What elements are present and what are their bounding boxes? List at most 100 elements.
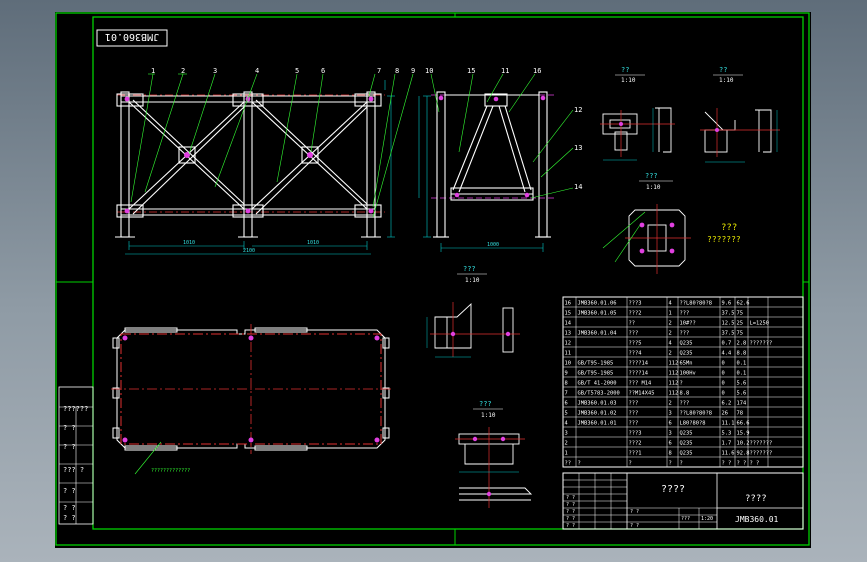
balloon-3[interactable]: 3 (213, 67, 217, 75)
plan-view[interactable]: ????????????? (111, 324, 391, 475)
table-cell: 3 (669, 431, 672, 437)
table-row[interactable]: ??????? ?? ?? ? (565, 461, 760, 467)
detail-view-b[interactable]: ?? 1:10 (700, 66, 780, 163)
table-cell: 14 (565, 321, 572, 327)
svg-text:2100: 2100 (243, 248, 255, 254)
balloon-16[interactable]: 16 (533, 67, 541, 75)
notes-text: ??????? (707, 235, 741, 244)
balloon-4[interactable]: 4 (255, 67, 259, 75)
table-row[interactable]: 11 ???4 2 Q235 4.4 8.8 (565, 351, 747, 357)
table-row[interactable]: 14?? 2 10#?? 12.5 25 L=1250 (565, 321, 769, 327)
table-cell: Q235 (680, 431, 693, 437)
table-cell: 10 (565, 361, 572, 367)
table-cell: ??? (680, 331, 690, 337)
balloon-8[interactable]: 8 (395, 67, 399, 75)
balloon-13[interactable]: 13 (574, 144, 582, 152)
table-cell: 0 (722, 371, 725, 377)
table-cell: JMB360.01.05 (578, 311, 617, 317)
sign-cell: ? ? (566, 523, 575, 529)
table-row[interactable]: 10 GB/T95-1985 ????14 112 65Mn 0 0.1 (565, 361, 747, 367)
table-row[interactable]: 13 JMB360.01.04??? 2??? 37.5 75 (565, 331, 744, 337)
cad-drawing-viewport[interactable]: JMB360.01 ?????? ? ? ? ? ??? ? ? ? ? ? ?… (55, 12, 811, 548)
table-row[interactable]: 2 ???2 6 Q235 1.7 10.2??????? (565, 441, 773, 447)
table-cell: 75 (737, 331, 744, 337)
table-cell: GB/T95-1985 (578, 361, 614, 367)
table-cell: ? (680, 381, 683, 387)
table-row[interactable]: 3 ???3 3 Q235 5.3 15.9 (565, 431, 750, 437)
table-cell: 1 (669, 311, 672, 317)
balloon-11[interactable]: 11 (501, 67, 509, 75)
table-cell: 1 (565, 451, 568, 457)
table-cell: ? (680, 461, 683, 467)
table-cell: JMB360.01.02 (578, 411, 617, 417)
balloon-10[interactable]: 10 (425, 67, 433, 75)
table-row[interactable]: 5 JMB360.01.02??? 3 ??L80?80?8 26 78 (565, 411, 744, 417)
table-cell: 2.8 (737, 341, 747, 347)
table-row[interactable]: 1 ???1 8 Q235 11.6 92.8??????? (565, 451, 773, 457)
front-elevation-view[interactable]: 1010 1010 2100 1 2 3 4 5 6 7 8 9 (115, 67, 415, 255)
balloon-15[interactable]: 15 (467, 67, 475, 75)
table-cell: 4.4 (722, 351, 732, 357)
scale-cell: 1:20 (701, 516, 713, 522)
detail-view-a[interactable]: ?? 1:10 (600, 66, 675, 161)
table-cell: 2 (669, 331, 672, 337)
table-cell: ????14 (629, 371, 648, 377)
table-cell: 0 (722, 391, 725, 397)
detail-view-c[interactable]: ??? 1:10 (602, 172, 691, 274)
balloon-5[interactable]: 5 (295, 67, 299, 75)
table-cell: Q235 (680, 441, 693, 447)
table-row[interactable]: 7 GB/T5783-2000 ??M14X45 112 8.8 0 5.6 (565, 391, 747, 397)
table-row[interactable]: 4 JMB360.01.01??? 6 L80?80?8 11.1 66.6 (565, 421, 750, 427)
table-cell: 7 (565, 391, 568, 397)
table-row[interactable]: 12 ???5 4 Q235 0.7 2.8??????? (565, 341, 773, 347)
table-cell: ??? (629, 331, 639, 337)
table-cell: 10.2 (737, 441, 750, 447)
table-cell: 0.1 (737, 371, 747, 377)
plan-view-leader-note: ????????????? (151, 468, 190, 474)
table-cell: 92.8 (737, 451, 750, 457)
table-cell: 78 (737, 411, 744, 417)
table-row[interactable]: 6 JMB360.01.03??? 2??? 6.2 174 (565, 401, 747, 407)
table-cell: 4 (565, 421, 568, 427)
balloon-9[interactable]: 9 (411, 67, 415, 75)
table-cell: 8.8 (737, 351, 747, 357)
balloon-14[interactable]: 14 (574, 183, 582, 191)
detail-view-d[interactable]: ??? 1:10 (426, 265, 520, 358)
table-cell: JMB360.01.06 (578, 301, 617, 307)
side-elevation-view[interactable]: 1000 10 15 11 16 12 13 14 (418, 67, 582, 252)
table-cell: 112 (669, 371, 679, 377)
balloon-12[interactable]: 12 (574, 106, 582, 114)
company-name: ???? (745, 494, 767, 504)
table-cell: ??L80?80?8 (680, 301, 712, 307)
balloon-6[interactable]: 6 (321, 67, 325, 75)
table-cell: JMB360.01.03 (578, 401, 617, 407)
table-row[interactable]: 8 GB/T 41-2000 ??? M14 112? 0 5.6 (565, 381, 747, 387)
title-block[interactable]: ???? ???? JMB360.01 ??? 1:20 ? ? ? ? ? ?… (562, 472, 804, 530)
balloon-2[interactable]: 2 (181, 67, 185, 75)
sign-cell: ? ? (566, 502, 575, 508)
table-cell: 11.6 (722, 451, 735, 457)
table-cell: 6 (669, 441, 672, 447)
balloon-1[interactable]: 1 (151, 67, 155, 75)
bill-of-materials-table[interactable]: 16 JMB360.01.06 ???3 4 ??L80?80?8 9.6 62.6 1 5 JM… (562, 296, 804, 468)
revision-label: ? ? (63, 514, 76, 522)
table-row[interactable]: 16 JMB360.01.06 ???3 4 ??L80?80?8 9.6 62.6 (565, 301, 750, 307)
table-row[interactable]: 9 GB/T95-1985 ????14 112 100Hv 0 0.1 (565, 371, 747, 377)
table-cell: 5.6 (737, 381, 747, 387)
table-cell: ???2 (629, 311, 642, 317)
table-cell: ??????? (750, 441, 773, 447)
table-cell: ? (578, 461, 581, 467)
table-cell: 6 (669, 421, 672, 427)
table-cell: 11 (565, 351, 572, 357)
table-cell: ??? (629, 421, 639, 427)
zone-ticks (56, 13, 809, 545)
table-cell: 1.7 (722, 441, 732, 447)
balloon-7[interactable]: 7 (377, 67, 381, 75)
table-cell: 174 (737, 401, 747, 407)
table-cell: ???1 (629, 451, 642, 457)
table-cell: ???2 (629, 441, 642, 447)
table-cell: ? ? (722, 461, 732, 467)
table-cell: ??? (629, 401, 639, 407)
table-row[interactable]: 15 JMB360.01.05 ???2 1??? 37.5 75 (565, 311, 744, 317)
detail-view-e[interactable]: ??? 1:10 (455, 400, 533, 508)
